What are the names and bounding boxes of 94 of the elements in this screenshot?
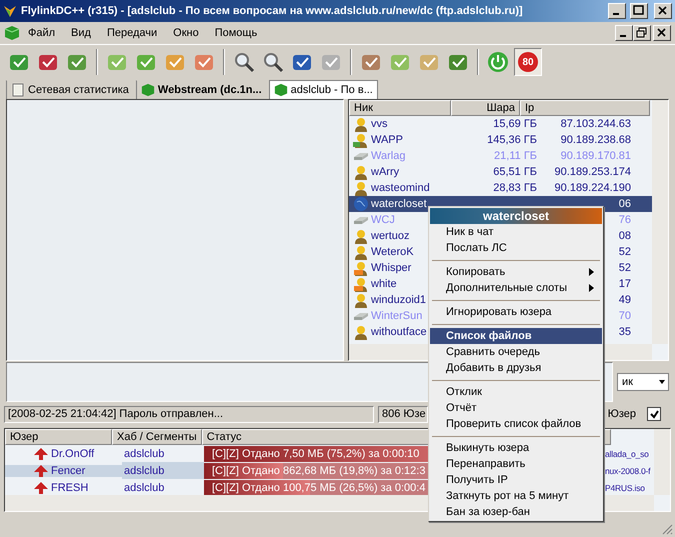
menu-item[interactable]: Получить IP [430, 472, 602, 488]
menu-item[interactable]: Список файлов [430, 328, 602, 344]
vertical-scrollbar[interactable] [654, 429, 670, 495]
user-nick[interactable]: wertuoz [371, 230, 410, 242]
close-button[interactable] [653, 25, 671, 41]
resize-grip-icon[interactable] [661, 523, 673, 535]
transfer-user[interactable]: FRESH [51, 482, 88, 494]
menu-item[interactable]: Добавить в друзья [430, 360, 602, 376]
user-ip: 17 [618, 278, 631, 290]
user-share: 28,83 ГБ [493, 182, 537, 194]
menu-item[interactable]: Бан за юзер-бан [430, 504, 602, 520]
menu-item[interactable]: Отклик [430, 384, 602, 400]
user-count: 806 Юзе [378, 406, 428, 422]
user-ip: 90.189.238.68 [560, 134, 631, 146]
restore-button[interactable] [633, 25, 651, 41]
user-share: 15,69 ГБ [493, 118, 537, 130]
user-ip: 52 [618, 262, 631, 274]
user-share: 145,36 ГБ [487, 134, 537, 146]
user-nick[interactable]: WeteroK [371, 246, 414, 258]
user-nick[interactable]: wArry [371, 166, 400, 178]
user-ip: 52 [618, 246, 631, 258]
status-message: [2008-02-25 21:04:42] Пароль отправлен... [4, 406, 374, 422]
user-ip: 06 [618, 198, 631, 210]
maximize-button[interactable] [630, 3, 648, 19]
user-ip: 90.189.253.174 [554, 166, 631, 178]
menu-item[interactable]: Помощь [206, 25, 266, 41]
nick-dropdown[interactable]: ик [617, 373, 669, 391]
user-nick[interactable]: watercloset [371, 198, 427, 210]
search-icon[interactable] [261, 50, 285, 74]
menu-item[interactable]: Ник в чат [430, 224, 602, 240]
cube-icon [140, 83, 155, 97]
tab[interactable]: adslclub - По в... [268, 80, 378, 99]
menu-item[interactable]: Сравнить очередь [430, 344, 602, 360]
menu-item[interactable]: Окно [165, 25, 207, 41]
menu-item[interactable]: Файл [20, 25, 64, 41]
menu-item[interactable]: Перенаправить [430, 456, 602, 472]
app-logo-icon [3, 4, 17, 18]
menu-item[interactable]: Проверить список файлов [430, 416, 602, 432]
transfer-hub: adslclub [123, 446, 166, 462]
user-nick[interactable]: withoutface [371, 326, 427, 338]
user-ip: 35 [618, 326, 631, 338]
transfer-file: allada_o_so [604, 448, 649, 458]
search-icon[interactable] [232, 50, 256, 74]
filter-label: Юзер [608, 408, 636, 420]
menu-item[interactable]: Дополнительные слоты [430, 280, 602, 296]
window-title: FlylinkDC++ (r315) - [adslclub - По всем вопросам на www.adslclub.ru/new/dc (ftp.adslclub.ru)] [21, 5, 524, 17]
cube-icon [274, 83, 288, 97]
menu-item[interactable]: Игнорировать юзера [430, 304, 602, 320]
user-ip: 70 [618, 310, 631, 322]
cube-icon [4, 25, 20, 41]
menu-item[interactable]: Копировать [430, 264, 602, 280]
user-nick[interactable]: WAPP [371, 134, 403, 146]
user-ip: 49 [618, 294, 631, 306]
menu-item[interactable]: Отчёт [430, 400, 602, 416]
menu-item[interactable]: Послать ЛС [430, 240, 602, 256]
minimize-button[interactable] [608, 3, 626, 19]
user-ip: 90.189.224.190 [554, 182, 631, 194]
column-header[interactable]: Шара [451, 100, 520, 116]
user-nick[interactable]: white [371, 278, 397, 290]
column-header[interactable]: Хаб / Сегменты [112, 429, 202, 445]
menu-item[interactable]: Заткнуть рот на 5 минут [430, 488, 602, 504]
minimize-button[interactable] [615, 25, 633, 41]
filter-checkbox[interactable] [647, 407, 661, 421]
user-share: 21,11 ГБ [494, 150, 537, 162]
transfer-hub: adslclub [122, 462, 204, 479]
upload-arrow-icon [34, 482, 48, 494]
user-ip: 08 [618, 230, 631, 242]
transfer-status: [C][Z] Отдано 100,75 МБ (26,5%) за 0:00:4 [211, 482, 426, 494]
menu-item[interactable]: Вид [63, 25, 99, 41]
column-header[interactable]: Ник [349, 100, 451, 116]
user-ip: 87.103.244.63 [560, 118, 631, 130]
transfer-hub: adslclub [123, 480, 166, 496]
transfer-file: nux-2008.0-f [604, 466, 650, 476]
transfer-file: P4RUS.iso [604, 482, 645, 492]
vertical-scrollbar[interactable] [652, 100, 668, 344]
column-header[interactable]: Юзер [5, 429, 112, 445]
user-nick[interactable]: vvs [371, 118, 388, 130]
user-nick[interactable]: winduzoid1 [371, 294, 426, 306]
speed-limit-button[interactable]: 80 [514, 48, 542, 76]
user-ip: 76 [618, 214, 631, 226]
user-nick[interactable]: Whisper [371, 262, 412, 274]
transfer-status: [C][Z] Отдано 862,68 МБ (19,8%) за 0:12:3 [211, 464, 426, 476]
power-icon[interactable] [486, 50, 510, 74]
upload-arrow-icon [34, 448, 48, 460]
user-nick[interactable]: wasteomind [371, 182, 430, 194]
transfer-status: [C][Z] Отдано 7,50 МБ (75,2%) за 0:00:10 [211, 448, 420, 460]
column-header[interactable]: Ip [520, 100, 650, 116]
close-button[interactable] [654, 3, 672, 19]
transfer-user[interactable]: Dr.OnOff [51, 448, 94, 460]
upload-arrow-icon [34, 464, 48, 476]
user-share: 65,51 ГБ [493, 166, 537, 178]
user-ip: 90.189.170.81 [560, 150, 631, 162]
menu-title: watercloset [430, 208, 602, 224]
menu-item[interactable]: Передачи [98, 25, 166, 41]
